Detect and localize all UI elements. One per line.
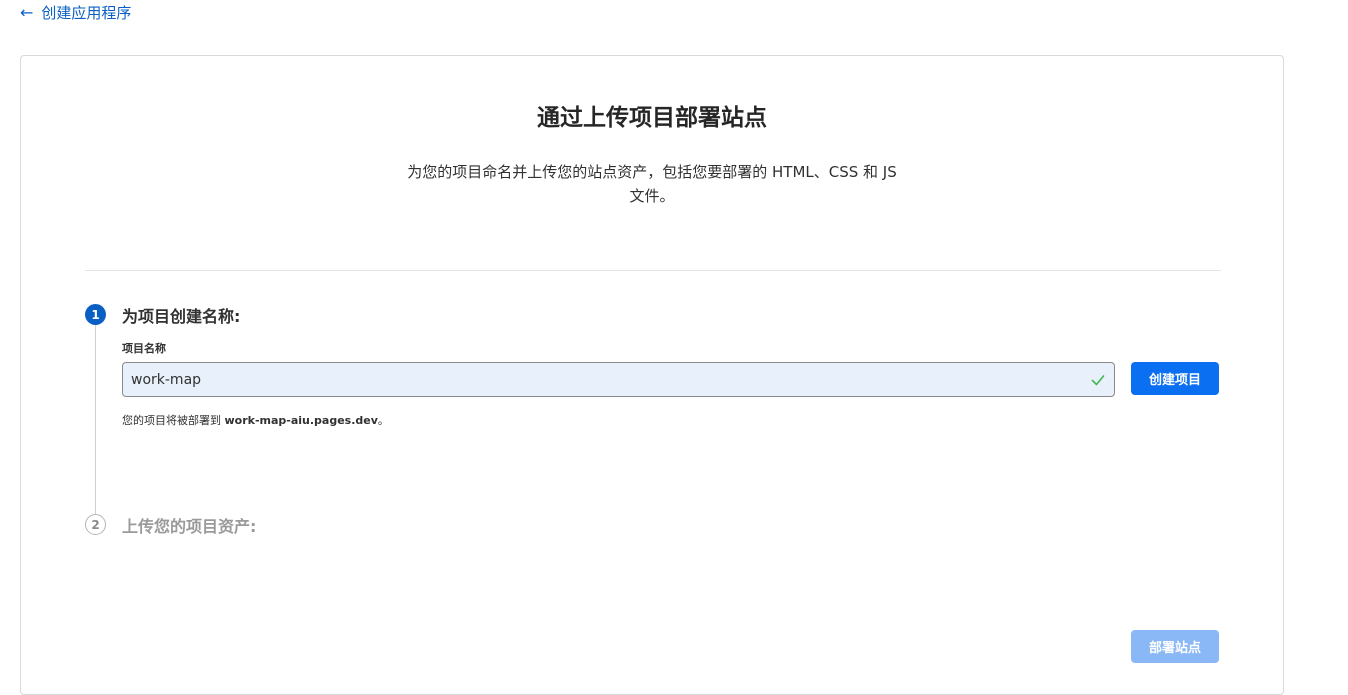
- subtitle-line-2: 文件。: [629, 187, 675, 205]
- arrow-left-icon: ←: [20, 2, 34, 22]
- step-2-title: 上传您的项目资产:: [122, 517, 257, 536]
- deploy-url-hint: 您的项目将被部署到 work-map-aiu.pages.dev。: [122, 412, 389, 428]
- project-name-field[interactable]: [122, 362, 1115, 397]
- create-project-button[interactable]: 创建项目: [1131, 362, 1219, 395]
- divider: [85, 270, 1221, 271]
- project-name-label: 项目名称: [122, 342, 166, 355]
- hint-prefix: 您的项目将被部署到: [122, 414, 225, 427]
- back-link-label: 创建应用程序: [41, 4, 132, 22]
- step-1-indicator: 1: [85, 304, 106, 325]
- hint-domain: work-map-aiu.pages.dev: [224, 414, 378, 427]
- page-title: 通过上传项目部署站点: [537, 105, 767, 131]
- back-link[interactable]: ← 创建应用程序: [20, 2, 131, 23]
- deploy-site-button[interactable]: 部署站点: [1131, 630, 1219, 663]
- subtitle-line-1: 为您的项目命名并上传您的站点资产，包括您要部署的 HTML、CSS 和 JS: [407, 163, 897, 181]
- step-1-title: 为项目创建名称:: [122, 307, 241, 326]
- check-icon: [1091, 374, 1105, 385]
- page-subtitle: 为您的项目命名并上传您的站点资产，包括您要部署的 HTML、CSS 和 JS 文…: [21, 160, 1283, 208]
- deploy-card: 通过上传项目部署站点 为您的项目命名并上传您的站点资产，包括您要部署的 HTML…: [20, 55, 1284, 695]
- step-2-indicator: 2: [85, 514, 106, 535]
- hint-suffix: 。: [377, 414, 389, 427]
- step-connector-line: [95, 325, 96, 514]
- project-name-input[interactable]: [131, 371, 1090, 388]
